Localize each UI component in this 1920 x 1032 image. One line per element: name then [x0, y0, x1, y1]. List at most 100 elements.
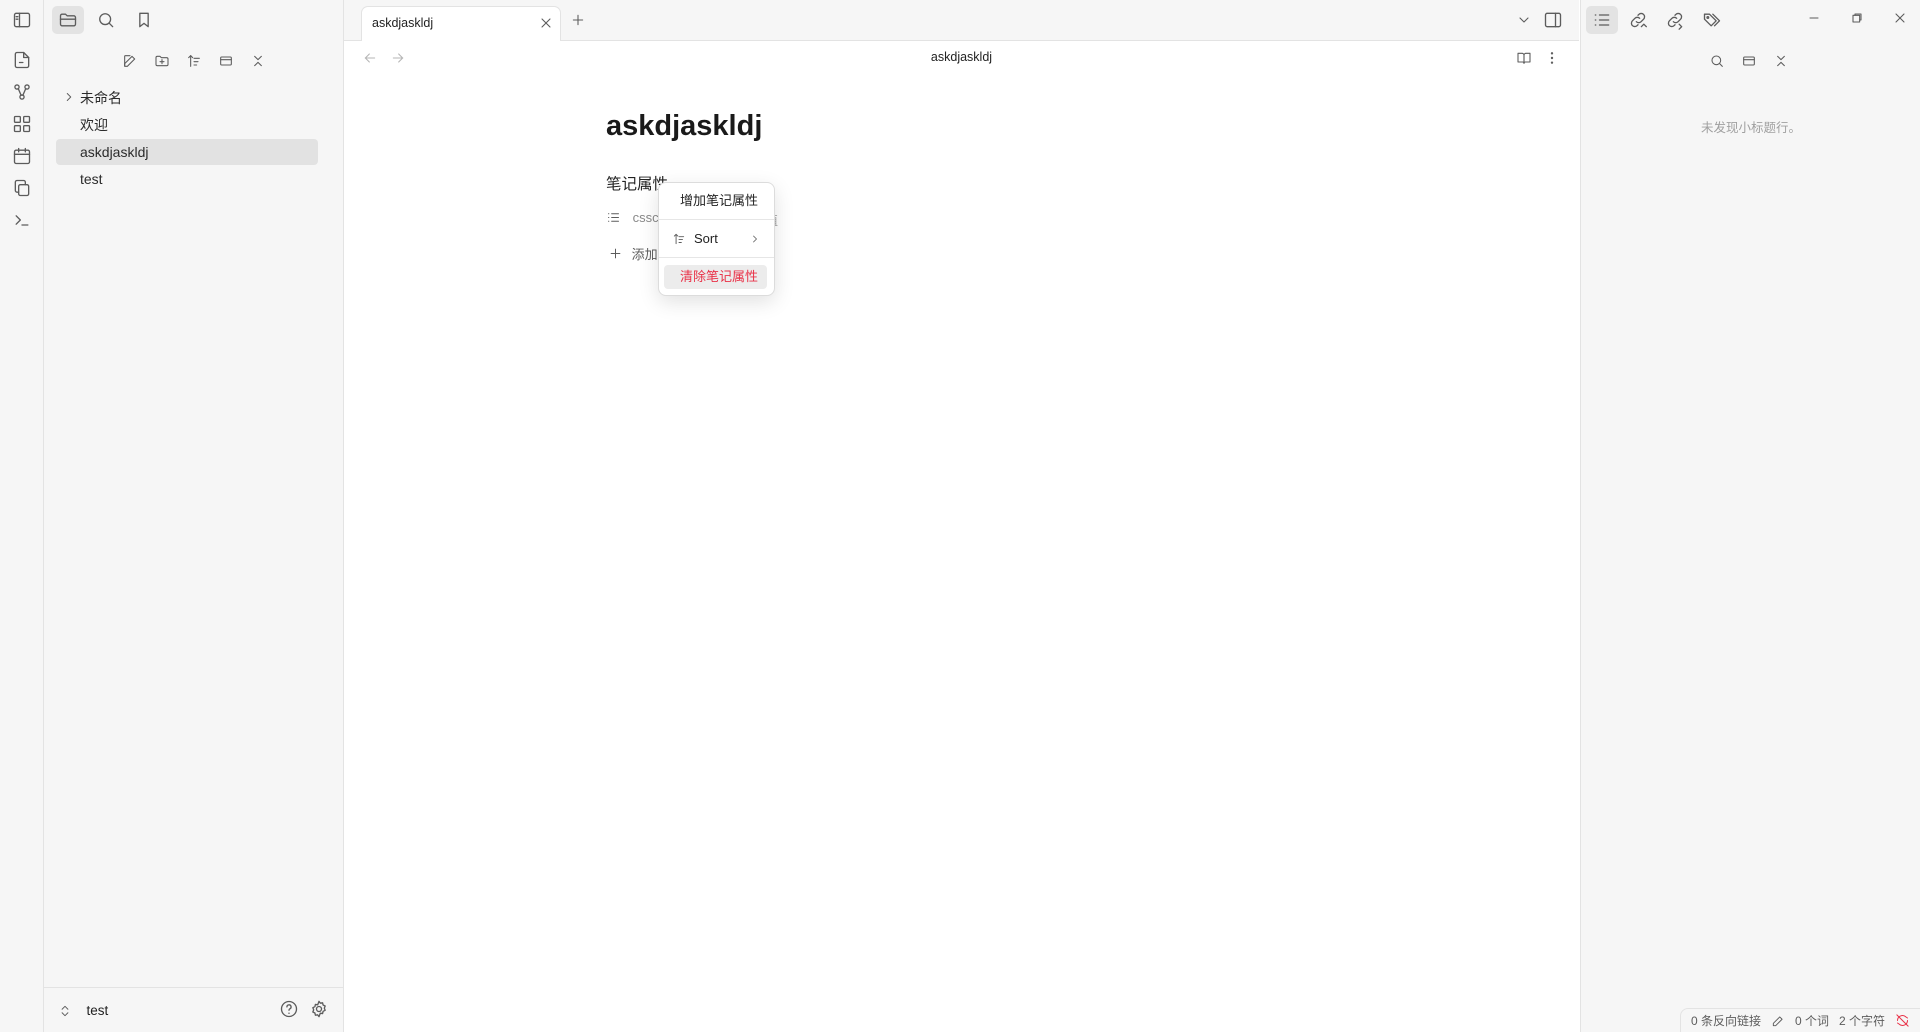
minimize-icon	[1809, 17, 1819, 19]
reveal-icon	[220, 56, 232, 66]
tree-file-test[interactable]: test	[56, 166, 318, 192]
search-tab[interactable]	[90, 6, 122, 34]
properties-context-menu: 增加笔记属性 Sort 清除笔记属性	[658, 182, 775, 296]
chevron-right-icon	[753, 235, 757, 243]
outline-list-icon	[1594, 14, 1610, 26]
bookmark-icon	[139, 12, 149, 28]
ribbon-graph-view-button[interactable]	[10, 80, 34, 104]
editor-content: askdjaskldj 笔记属性 cssc 值 添加	[344, 78, 1579, 1032]
minimize-button[interactable]	[1806, 10, 1822, 26]
chevron-right-icon	[66, 93, 72, 101]
settings-button[interactable]	[309, 999, 329, 1019]
sync-off-icon[interactable]	[1895, 1013, 1910, 1028]
outline-tab[interactable]	[1586, 6, 1618, 34]
close-window-button[interactable]	[1892, 10, 1908, 26]
view-header-title[interactable]: askdjaskldj	[344, 50, 1579, 64]
help-circle-icon	[280, 1000, 298, 1018]
menu-item-label: 清除笔记属性	[680, 269, 759, 284]
search-icon	[99, 13, 114, 28]
tree-folder-untitled[interactable]: 未命名	[56, 85, 318, 111]
bookmarks-tab[interactable]	[128, 6, 160, 34]
outgoing-links-tab[interactable]	[1659, 6, 1691, 34]
sidebar-right-icon	[1544, 12, 1562, 28]
sort-icon	[673, 233, 685, 245]
ribbon-templates-button[interactable]	[10, 176, 34, 200]
left-sidebar: 未命名 欢迎 askdjaskldj test test	[44, 0, 344, 1032]
tags-icon	[1703, 13, 1721, 27]
vault-switcher-bar: test	[44, 987, 343, 1032]
ribbon-command-palette-button[interactable]	[10, 208, 34, 232]
outline-collapse-button[interactable]	[1767, 48, 1795, 74]
tree-item-label: askdjaskldj	[80, 144, 149, 160]
menu-item-add-property[interactable]: 增加笔记属性	[664, 189, 767, 213]
calendar-icon	[13, 147, 31, 165]
restore-button[interactable]	[1849, 10, 1865, 26]
toggle-left-sidebar-button[interactable]	[10, 8, 34, 32]
tree-item-label: 欢迎	[80, 117, 108, 133]
close-icon	[541, 18, 551, 28]
tree-item-label: 未命名	[80, 90, 122, 106]
status-backlinks[interactable]: 0 条反向链接	[1691, 1012, 1761, 1029]
sidebar-left-icon	[13, 12, 31, 28]
vault-switcher[interactable]: test	[58, 1002, 108, 1020]
book-open-icon	[1517, 52, 1531, 64]
tab-bar: askdjaskldj	[344, 0, 1579, 41]
vault-name: test	[86, 1003, 109, 1019]
search-icon	[1711, 55, 1723, 67]
folder-open-icon	[59, 13, 77, 27]
property-row[interactable]: cssc	[606, 209, 659, 225]
plus-icon	[610, 248, 621, 259]
new-note-button[interactable]	[116, 48, 144, 74]
sort-icon	[188, 55, 200, 67]
tree-item-label: test	[80, 171, 103, 187]
right-sidebar: 未发现小标题行。	[1580, 0, 1920, 1032]
reveal-icon	[1743, 56, 1755, 66]
collapse-all-button[interactable]	[244, 48, 272, 74]
folder-plus-icon	[155, 55, 169, 67]
new-file-icon	[14, 51, 30, 69]
tab-close-button[interactable]	[538, 15, 554, 31]
ribbon	[0, 0, 44, 1032]
outline-empty-message: 未发现小标题行。	[1700, 121, 1801, 135]
add-property-button[interactable]: 添加	[608, 244, 658, 263]
more-vertical-icon	[1550, 52, 1554, 64]
menu-item-sort[interactable]: Sort	[664, 227, 767, 251]
help-button[interactable]	[279, 999, 299, 1019]
tab-list-button[interactable]	[1516, 12, 1532, 28]
chevron-down-icon	[1519, 17, 1529, 23]
menu-separator	[659, 257, 774, 258]
note-title[interactable]: askdjaskldj	[606, 110, 762, 143]
more-options-button[interactable]	[1544, 50, 1560, 66]
toggle-right-sidebar-button[interactable]	[1543, 10, 1563, 30]
ribbon-new-file-button[interactable]	[10, 48, 34, 72]
sort-button[interactable]	[180, 48, 208, 74]
ribbon-daily-note-button[interactable]	[10, 144, 34, 168]
menu-item-clear-properties[interactable]: 清除笔记属性	[664, 265, 767, 289]
link-in-icon	[1630, 12, 1647, 28]
view-header: askdjaskldj	[344, 41, 1579, 77]
new-folder-button[interactable]	[148, 48, 176, 74]
tree-file-welcome[interactable]: 欢迎	[56, 112, 318, 138]
tab-title: askdjaskldj	[372, 16, 434, 30]
ribbon-canvas-button[interactable]	[10, 112, 34, 136]
collapse-icon	[254, 55, 262, 67]
link-out-icon	[1667, 12, 1683, 30]
tree-file-askdjaskldj[interactable]: askdjaskldj	[56, 139, 318, 165]
menu-item-label: Sort	[694, 231, 718, 246]
backlinks-tab[interactable]	[1622, 6, 1654, 34]
edit-icon	[124, 55, 136, 67]
file-explorer-tab[interactable]	[52, 6, 84, 34]
outline-reveal-button[interactable]	[1735, 48, 1763, 74]
tags-tab[interactable]	[1696, 6, 1728, 34]
new-tab-button[interactable]	[570, 12, 586, 28]
status-char-count: 2 个字符	[1838, 1014, 1885, 1028]
terminal-icon	[15, 215, 29, 226]
property-key[interactable]: cssc	[633, 210, 659, 225]
auto-reveal-button[interactable]	[212, 48, 240, 74]
outline-search-button[interactable]	[1703, 48, 1731, 74]
reading-view-button[interactable]	[1516, 50, 1532, 66]
pencil-icon[interactable]	[1771, 1014, 1785, 1028]
restore-icon	[1852, 13, 1862, 23]
graph-view-icon	[14, 84, 30, 100]
tab-askdjaskldj[interactable]: askdjaskldj	[361, 6, 561, 41]
